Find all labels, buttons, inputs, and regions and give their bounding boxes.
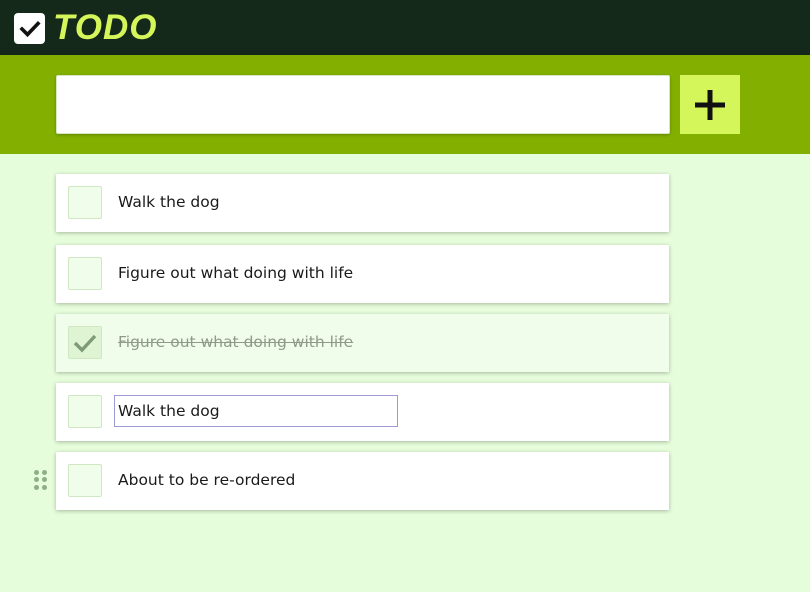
app-header: TODO	[0, 0, 810, 55]
new-todo-input[interactable]	[56, 75, 670, 134]
todo-label: Walk the dog	[118, 193, 220, 211]
todo-item-editing[interactable]	[56, 383, 669, 441]
todo-label: About to be re-ordered	[118, 471, 296, 489]
add-todo-bar	[0, 55, 810, 154]
todo-label: Figure out what doing with life	[118, 333, 354, 351]
todo-item[interactable]: Figure out what doing with life	[56, 245, 669, 303]
todo-label: Figure out what doing with life	[118, 264, 354, 282]
todo-checkbox-checked[interactable]	[68, 326, 102, 359]
todo-checkbox[interactable]	[68, 186, 102, 219]
todo-item[interactable]: About to be re-ordered	[56, 452, 669, 510]
todo-checkbox[interactable]	[68, 257, 102, 290]
drag-handle-icon[interactable]	[34, 470, 48, 490]
todo-edit-field[interactable]	[114, 395, 398, 427]
add-todo-button[interactable]	[680, 75, 740, 134]
todo-item[interactable]: Walk the dog	[56, 174, 669, 232]
checkbox-icon	[14, 13, 45, 44]
app-title: TODO	[53, 8, 158, 47]
todo-checkbox[interactable]	[68, 464, 102, 497]
todo-checkbox[interactable]	[68, 395, 102, 428]
check-icon	[73, 334, 97, 352]
todo-item-completed[interactable]: Figure out what doing with life	[56, 314, 669, 372]
plus-icon	[695, 89, 725, 120]
